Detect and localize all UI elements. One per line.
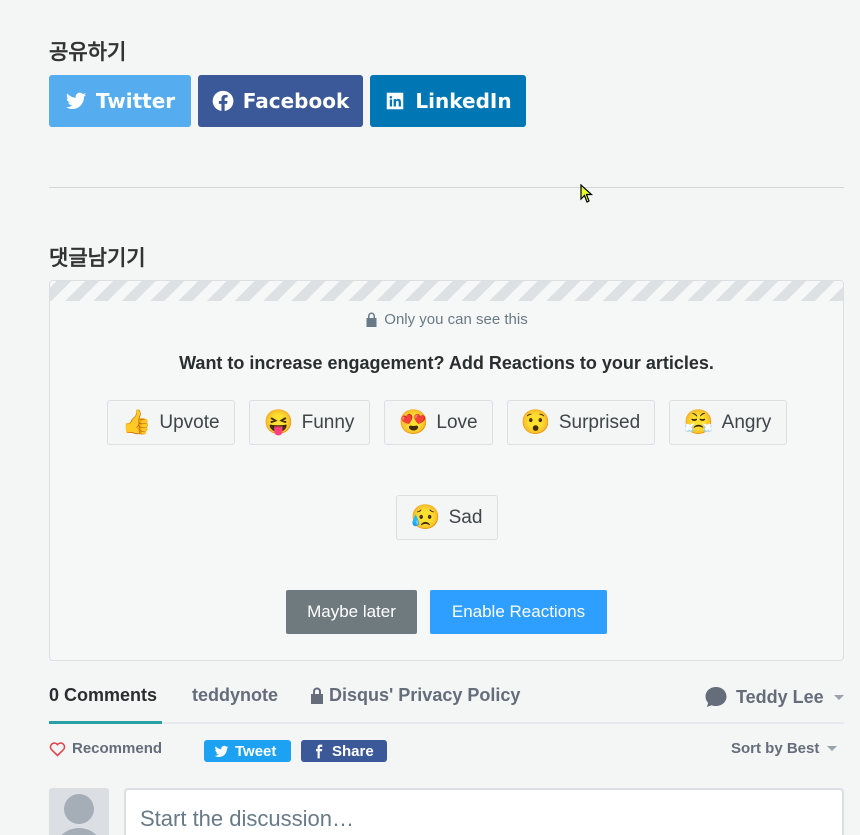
avatar-head [64,794,94,824]
visibility-note-text: Only you can see this [384,311,528,328]
tab-privacy-policy[interactable]: Disqus' Privacy Policy [310,685,520,706]
chat-bubble-icon [705,687,727,707]
user-name: Teddy Lee [736,686,824,707]
facebook-share-small-button[interactable]: Share [301,740,387,762]
reaction-love[interactable]: 😍 Love [384,400,493,445]
visibility-note: Only you can see this [50,311,843,328]
recommend-button[interactable]: Recommend [49,740,162,757]
discussion-input[interactable]: Start the discussion… [124,788,844,835]
reaction-label: Love [436,411,478,433]
tweet-label: Tweet [235,742,277,760]
tabs-divider [49,722,844,724]
chevron-down-icon [827,746,838,751]
tab-forum[interactable]: teddynote [192,685,278,706]
twitter-icon [214,745,229,757]
active-tab-indicator [49,721,162,724]
facebook-share-button[interactable]: Facebook [198,75,363,127]
avatar [49,788,109,835]
privacy-policy-label: Disqus' Privacy Policy [329,685,521,705]
heart-icon [49,741,66,757]
share-label: Share [332,742,374,760]
reaction-label: Sad [448,506,483,528]
surprised-face-icon: 😯 [520,408,551,436]
lock-icon [311,687,323,704]
linkedin-share-label: LinkedIn [415,89,512,113]
linkedin-icon [387,92,404,110]
facebook-icon [212,90,234,111]
reactions-prompt-panel: Only you can see this Want to increase e… [49,280,844,661]
twitter-share-label: Twitter [95,89,176,113]
thumbs-up-icon: 👍 [121,408,152,436]
reaction-surprised[interactable]: 😯 Surprised [507,400,655,445]
heart-eyes-icon: 😍 [398,408,429,436]
sad-face-icon: 😥 [410,503,441,531]
reaction-label: Surprised [558,411,641,433]
reaction-label: Funny [301,411,355,433]
share-title: 공유하기 [49,40,127,64]
twitter-icon [65,92,86,109]
facebook-f-icon [316,744,323,758]
reaction-angry[interactable]: 😤 Angry [669,400,787,445]
reaction-label: Angry [721,411,772,433]
recommend-label: Recommend [72,740,163,757]
reaction-upvote[interactable]: 👍 Upvote [107,400,235,445]
mouse-cursor-icon [580,184,594,203]
angry-face-icon: 😤 [683,408,714,436]
lock-icon [366,312,377,327]
tweet-button[interactable]: Tweet [204,740,291,762]
reaction-sad[interactable]: 😥 Sad [396,495,498,540]
avatar-body [54,828,104,835]
sort-dropdown[interactable]: Sort by Best [731,740,838,757]
reaction-label: Upvote [159,411,220,433]
enable-reactions-button[interactable]: Enable Reactions [430,590,607,634]
maybe-later-button[interactable]: Maybe later [286,590,417,634]
user-menu[interactable]: Teddy Lee [704,685,844,709]
linkedin-share-button[interactable]: LinkedIn [370,75,526,127]
section-divider [49,187,844,188]
reaction-funny[interactable]: 😝 Funny [249,400,370,445]
twitter-share-button[interactable]: Twitter [49,75,191,127]
striped-banner [50,281,843,301]
chevron-down-icon [833,694,844,700]
sort-label: Sort by Best [731,740,820,757]
comment-title: 댓글남기기 [49,246,146,270]
reactions-headline: Want to increase engagement? Add Reactio… [179,353,714,373]
facebook-share-label: Facebook [242,89,350,113]
funny-face-icon: 😝 [263,408,294,436]
tab-comments[interactable]: 0 Comments [49,685,157,706]
